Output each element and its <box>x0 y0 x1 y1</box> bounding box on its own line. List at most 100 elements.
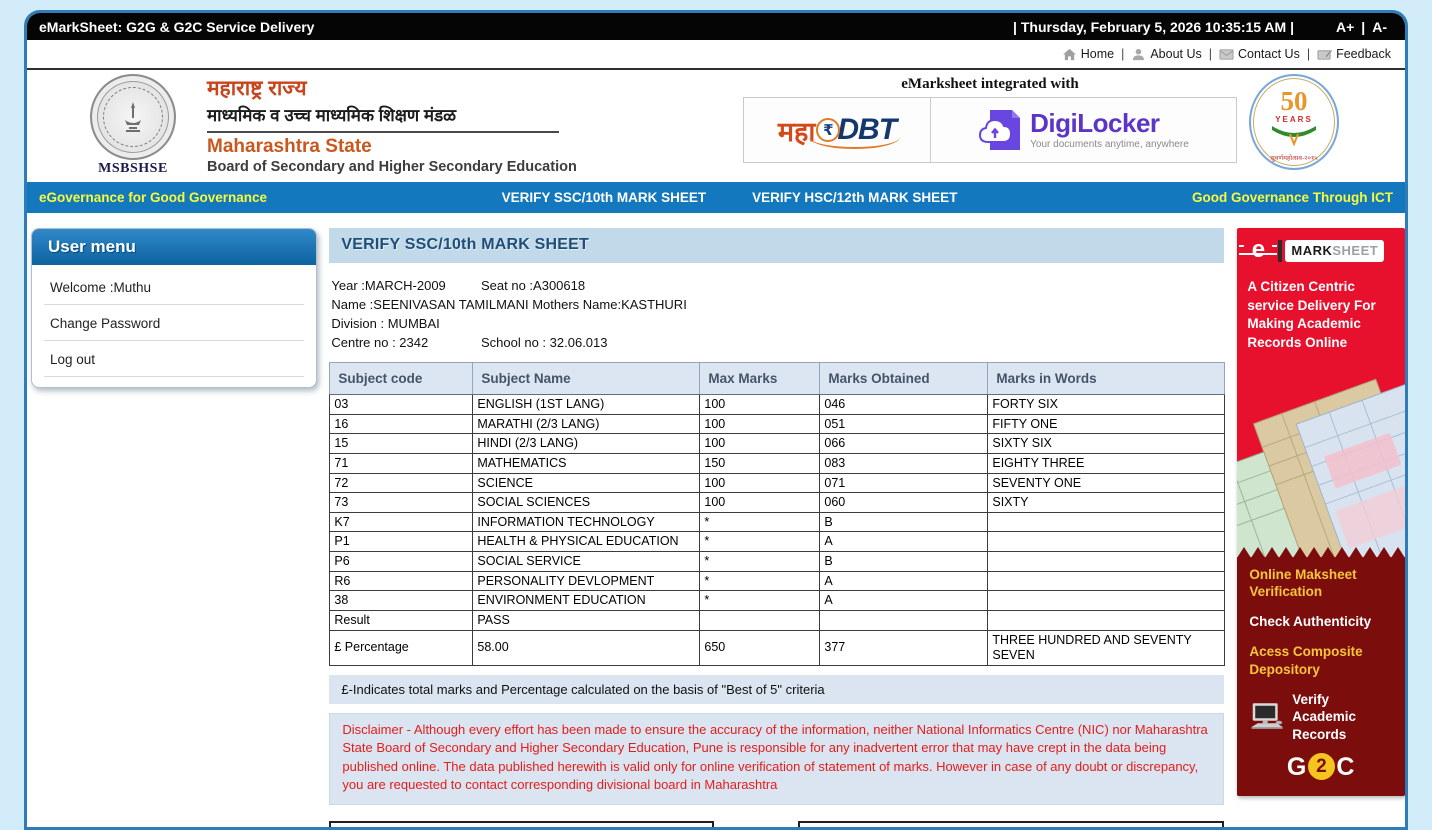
nav-link-label: Home <box>1081 47 1114 61</box>
emblem-50-text: 50 <box>1251 88 1337 115</box>
table-row: 03ENGLISH (1ST LANG)100046FORTY SIX <box>330 395 1225 415</box>
nav-link-label: About Us <box>1150 47 1201 61</box>
emarksheet-e-icon: e <box>1243 236 1273 266</box>
detail-line-year-seat: Year :MARCH-2009 Seat no :A300618 <box>331 276 1224 295</box>
table-cell: FORTY SIX <box>988 395 1225 415</box>
board-seal-emblem-icon <box>90 74 176 160</box>
table-cell: 03 <box>330 395 473 415</box>
col-subject-name: Subject Name <box>473 363 700 395</box>
marksheet-documents-image <box>1237 365 1405 557</box>
detail-line-name-mother: Name :SEENIVASAN TAMILMANI Mothers Name:… <box>331 295 1224 314</box>
table-cell: B <box>820 512 988 532</box>
table-cell: P6 <box>330 552 473 572</box>
emarksheet-e-letter: e <box>1243 236 1273 266</box>
disclaimer-text: Disclaimer - Although every effort has b… <box>329 713 1224 805</box>
g2c-c: C <box>1336 753 1355 781</box>
page-container: eMarkSheet: G2G & G2C Service Delivery |… <box>24 10 1408 830</box>
table-cell: A <box>820 532 988 552</box>
slogan-left: eGovernance for Good Governance <box>39 190 267 205</box>
integration-block: eMarksheet integrated with महा₹DBT DigiL… <box>743 76 1237 163</box>
board-name-english-2: Board of Secondary and Higher Secondary … <box>207 159 577 175</box>
content-area: User menu Welcome :Muthu Change Password… <box>27 213 1405 830</box>
table-cell: HINDI (2/3 LANG) <box>473 434 700 454</box>
table-cell: 100 <box>700 434 820 454</box>
integration-logos-box: महा₹DBT DigiLocker Your documents anytim… <box>743 97 1237 163</box>
font-increase-button[interactable]: A+ <box>1336 19 1354 35</box>
lamp-icon <box>120 100 146 134</box>
brand-divider <box>207 131 559 133</box>
table-cell: 73 <box>330 493 473 513</box>
col-max-marks: Max Marks <box>700 363 820 395</box>
sidebar-item-logout[interactable]: Log out <box>44 341 304 377</box>
banner-links-section: Online Maksheet Verification Check Authe… <box>1237 558 1405 797</box>
digilocker-cloud-icon <box>978 106 1022 154</box>
main-nav-bar: eGovernance for Good Governance VERIFY S… <box>27 182 1405 213</box>
table-cell: Result <box>330 610 473 630</box>
mahadbt-logo: महा₹DBT <box>744 98 931 162</box>
nav-divider: | <box>1209 47 1212 61</box>
table-cell: 051 <box>820 414 988 434</box>
table-cell: * <box>700 512 820 532</box>
table-cell: * <box>700 591 820 611</box>
verify-records-row: Verify Academic Records <box>1249 691 1393 744</box>
table-cell: SOCIAL SERVICE <box>473 552 700 572</box>
banner-link-authenticity[interactable]: Check Authenticity <box>1249 613 1393 630</box>
detail-centre: Centre no : 2342 <box>331 333 477 352</box>
table-cell: HEALTH & PHYSICAL EDUCATION <box>473 532 700 552</box>
g2c-g: G <box>1287 753 1307 781</box>
detail-name: Name :SEENIVASAN TAMILMANI <box>331 295 528 314</box>
table-row: 15HINDI (2/3 LANG)100066SIXTY SIX <box>330 434 1225 454</box>
wordmark-sheet: SHEET <box>1332 243 1378 258</box>
verify-hsc-link[interactable]: VERIFY HSC/12th MARK SHEET <box>752 190 957 205</box>
table-cell: 650 <box>700 630 820 665</box>
font-decrease-button[interactable]: A- <box>1372 19 1387 35</box>
detail-seat: Seat no :A300618 <box>481 278 585 293</box>
table-cell: THREE HUNDRED AND SEVENTY SEVEN <box>988 630 1225 665</box>
table-cell <box>700 610 820 630</box>
nav-link-feedback[interactable]: Feedback <box>1317 47 1391 61</box>
datetime-display: | Thursday, February 5, 2026 10:35:15 AM… <box>1013 19 1294 35</box>
title-bar: eMarkSheet: G2G & G2C Service Delivery |… <box>27 13 1405 40</box>
nav-link-about-us[interactable]: About Us <box>1131 47 1201 61</box>
mahadbt-maha-text: महा <box>778 112 815 149</box>
table-cell: 046 <box>820 395 988 415</box>
person-icon <box>1131 48 1146 61</box>
table-cell: * <box>700 532 820 552</box>
font-size-controls: A+ | A- <box>1336 19 1387 35</box>
sidebar-item-change-password[interactable]: Change Password <box>44 305 304 341</box>
banner-link-depository[interactable]: Acess Composite Depository <box>1249 643 1393 678</box>
wordmark-mark: MARK <box>1291 243 1332 258</box>
board-brand: MSBSHSE महाराष्ट्र राज्य माध्यमिक व उच्च… <box>83 72 577 177</box>
table-cell: 16 <box>330 414 473 434</box>
table-cell: A <box>820 571 988 591</box>
app-title: eMarkSheet: G2G & G2C Service Delivery <box>39 19 314 35</box>
table-cell: A <box>820 591 988 611</box>
table-cell: B <box>820 552 988 572</box>
marks-table-head: Subject code Subject Name Max Marks Mark… <box>330 363 1225 395</box>
nav-link-home[interactable]: Home <box>1062 47 1114 61</box>
table-cell: 100 <box>700 414 820 434</box>
table-cell: 083 <box>820 453 988 473</box>
board-name-marathi-2: माध्यमिक व उच्च माध्यमिक शिक्षण मंडळ <box>207 103 577 126</box>
digilocker-logo: DigiLocker Your documents anytime, anywh… <box>931 98 1236 162</box>
mahadbt-dbt-text: DBT <box>837 113 896 147</box>
emblem-caption: सुवर्णमहोत्सव-२०१५ <box>1251 153 1337 162</box>
table-cell: MARATHI (2/3 LANG) <box>473 414 700 434</box>
header-row: Subject code Subject Name Max Marks Mark… <box>330 363 1225 395</box>
col-marks-in-words: Marks in Words <box>988 363 1225 395</box>
table-cell <box>820 610 988 630</box>
table-cell: 066 <box>820 434 988 454</box>
marks-table-body: 03ENGLISH (1ST LANG)100046FORTY SIX16MAR… <box>330 395 1225 666</box>
table-cell: 071 <box>820 473 988 493</box>
board-name-marathi-1: महाराष्ट्र राज्य <box>207 74 577 102</box>
verify-ssc-link[interactable]: VERIFY SSC/10th MARK SHEET <box>502 190 707 205</box>
table-row: K7INFORMATION TECHNOLOGY*B <box>330 512 1225 532</box>
table-row: R6PERSONALITY DEVLOPMENT*A <box>330 571 1225 591</box>
nav-link-contact-us[interactable]: Contact Us <box>1219 47 1300 61</box>
banner-link-verification[interactable]: Online Maksheet Verification <box>1249 566 1393 601</box>
table-cell: ENVIRONMENT EDUCATION <box>473 591 700 611</box>
table-row: 73SOCIAL SCIENCES100060SIXTY <box>330 493 1225 513</box>
table-cell: 72 <box>330 473 473 493</box>
verify-links: VERIFY SSC/10th MARK SHEET VERIFY HSC/12… <box>267 190 1192 205</box>
emarksheet-logo: e MARKSHEET <box>1237 228 1405 270</box>
